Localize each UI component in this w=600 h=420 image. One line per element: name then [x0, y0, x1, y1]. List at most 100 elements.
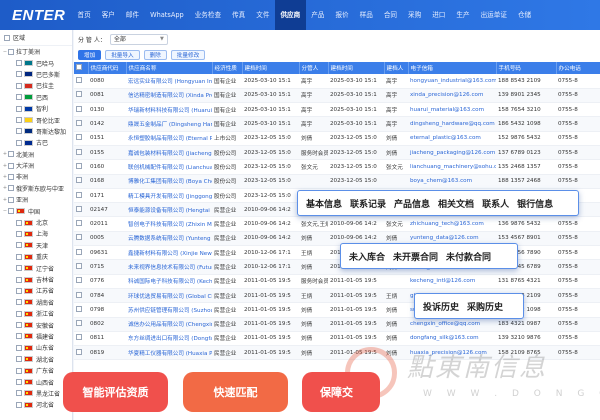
table-row[interactable]: 09631 鑫捷新材料有限公司 (Xinjie New M 民营企业 2010-12-…: [74, 245, 600, 261]
supplier-name[interactable]: 博雅化工集团有限公司 (Boya Chem: [126, 174, 212, 189]
email[interactable]: lianchuang_machinery@sohu.com: [408, 159, 496, 175]
region-checkbox[interactable]: [16, 60, 22, 67]
table-row[interactable]: 0776科诚国际电子科技有限公司 (Kechuan民营企业2011-01-05 …: [74, 274, 600, 289]
row-checkbox[interactable]: [76, 162, 82, 169]
region-checkbox[interactable]: [16, 242, 22, 249]
contract-link[interactable]: 未付款合同: [446, 250, 491, 263]
supplier-name[interactable]: 精工模具开发有限公司 (Jinggong M: [126, 188, 212, 204]
region-tree-item[interactable]: + 亚洲: [0, 194, 72, 205]
table-row[interactable]: 0151 永恒塑胶制品有限公司 (Eternal Pla 上市公司 2023-12-0…: [74, 131, 600, 146]
table-row[interactable]: 0160 联创机械配件有限公司 (Lianchuang 股份公司 2023-12-05…: [74, 159, 600, 175]
supplier-name[interactable]: 恒泰能源设备有限公司 (Hengtai Er: [126, 202, 212, 218]
region-tree-item[interactable]: 河北省: [0, 399, 72, 410]
nav-item[interactable]: 供应商: [274, 0, 306, 30]
row-checkbox[interactable]: [76, 277, 82, 284]
region-tree-item[interactable]: 浙江省: [0, 308, 72, 319]
region-checkbox[interactable]: [16, 265, 22, 272]
region-root-checkbox[interactable]: [4, 34, 10, 41]
region-tree-item[interactable]: 天津: [0, 240, 72, 251]
region-tree-item[interactable]: 巴巴多斯: [0, 69, 72, 80]
region-checkbox[interactable]: [16, 299, 22, 306]
supplier-name[interactable]: 嘉诚包装材料有限公司 (Jiacheng P: [126, 145, 212, 161]
table-row[interactable]: 0142 鼎晟五金制品厂 (Dingsheng Hardw 国有企业 2025-03-…: [74, 116, 600, 132]
region-checkbox[interactable]: [16, 128, 22, 135]
region-checkbox[interactable]: [16, 230, 22, 237]
region-tree-item[interactable]: 安徽省: [0, 319, 72, 330]
email[interactable]: huarui_material@163.com: [408, 102, 496, 118]
nav-item[interactable]: 生产: [451, 0, 475, 30]
contract-link[interactable]: 未入库合: [349, 250, 385, 263]
region-checkbox[interactable]: [16, 219, 22, 226]
row-checkbox[interactable]: [76, 320, 82, 327]
detail-tab[interactable]: 联系记录: [350, 197, 386, 210]
table-row[interactable]: 0168 博雅化工集团有限公司 (Boya Chem 股份公司 2023-12-05 …: [74, 174, 600, 189]
detail-tab[interactable]: 联系人: [482, 197, 509, 210]
region-checkbox[interactable]: [16, 356, 22, 363]
region-tree-item[interactable]: + 大洋洲: [0, 160, 72, 171]
detail-tab[interactable]: 相关文档: [438, 197, 474, 210]
region-checkbox[interactable]: [8, 173, 14, 180]
region-checkbox[interactable]: [16, 71, 22, 78]
region-checkbox[interactable]: [16, 276, 22, 283]
email[interactable]: eternal_plastic@163.com: [408, 131, 496, 146]
row-checkbox[interactable]: [76, 120, 82, 127]
region-tree-item[interactable]: 福建省: [0, 331, 72, 342]
region-tree-item[interactable]: 上海: [0, 228, 72, 239]
row-checkbox[interactable]: [76, 220, 82, 227]
region-tree-item[interactable]: 巴拉圭: [0, 80, 72, 91]
nav-item[interactable]: 业务检查: [189, 0, 226, 30]
batch-import-button[interactable]: 批量导入: [105, 50, 140, 60]
add-button[interactable]: 增加: [78, 50, 102, 60]
supplier-name[interactable]: 云腾数据系统有限公司 (Yunteng Da: [126, 231, 212, 247]
select-all-checkbox[interactable]: [76, 64, 82, 70]
region-checkbox[interactable]: [16, 105, 22, 112]
region-checkbox[interactable]: [16, 253, 22, 260]
region-checkbox[interactable]: [16, 401, 22, 408]
region-tree-item[interactable]: − 中国: [0, 205, 72, 216]
region-checkbox[interactable]: [16, 287, 22, 294]
region-checkbox[interactable]: [16, 322, 22, 329]
region-tree-item[interactable]: 巴西: [0, 92, 72, 103]
region-tree-item[interactable]: 黑龙江省: [0, 388, 72, 399]
region-checkbox[interactable]: [16, 379, 22, 386]
region-tree-item[interactable]: + 俄罗斯东欧与中亚: [0, 183, 72, 194]
history-link[interactable]: 采购历史: [467, 300, 503, 313]
delete-button[interactable]: 删除: [143, 50, 167, 60]
row-checkbox[interactable]: [76, 291, 82, 298]
region-tree-item[interactable]: 湖北省: [0, 354, 72, 365]
region-tree-item[interactable]: 北京: [0, 217, 72, 228]
table-row[interactable]: 0802 诚信办公用品有限公司 (Chengxin O 民营企业 2011-01-05…: [74, 317, 600, 332]
supplier-name[interactable]: 永恒塑胶制品有限公司 (Eternal Pla: [126, 131, 212, 146]
nav-item[interactable]: WhatsApp: [145, 0, 190, 30]
region-checkbox[interactable]: [16, 367, 22, 374]
region-tree-item[interactable]: 山东省: [0, 342, 72, 353]
region-tree-item[interactable]: 哥斯达黎加: [0, 126, 72, 137]
row-checkbox[interactable]: [76, 305, 82, 312]
row-checkbox[interactable]: [76, 348, 82, 355]
table-row[interactable]: 0080 宏远实业有限公司 (Hongyuan Indu 国有企业 2025-03-1…: [74, 74, 600, 89]
nav-item[interactable]: 合同: [378, 0, 402, 30]
nav-item[interactable]: 产品: [306, 0, 330, 30]
region-checkbox[interactable]: [16, 333, 22, 340]
table-row[interactable]: 0715 未来视界信息技术有限公司 (Future 民营企业 2010-12-06 1…: [74, 259, 600, 275]
region-tree-item[interactable]: 江苏省: [0, 285, 72, 296]
region-tree-item[interactable]: 哥伦比亚: [0, 114, 72, 125]
supplier-name[interactable]: 诚信办公用品有限公司 (Chengxin O: [126, 317, 212, 332]
detail-tab[interactable]: 产品信息: [394, 197, 430, 210]
supplier-name[interactable]: 华瑞新材料科技有限公司 (Huarui N: [126, 102, 212, 118]
region-checkbox[interactable]: [16, 390, 22, 397]
supplier-name[interactable]: 东方丝绸进出口有限公司 (Dongfang: [126, 331, 212, 347]
supplier-name[interactable]: 宏远实业有限公司 (Hongyuan Indu: [126, 74, 212, 89]
region-checkbox[interactable]: [8, 208, 14, 215]
region-tree-item[interactable]: + 北美洲: [0, 149, 72, 160]
row-checkbox[interactable]: [76, 134, 82, 141]
contract-link[interactable]: 未开票合同: [393, 250, 438, 263]
manager-filter-select[interactable]: 全部 ▼: [109, 33, 168, 45]
email[interactable]: kecheng_intl@126.com: [408, 274, 496, 289]
region-tree-item[interactable]: − 拉丁美洲: [0, 46, 72, 57]
region-tree-item[interactable]: + 非洲: [0, 171, 72, 182]
region-checkbox[interactable]: [16, 139, 22, 146]
nav-item[interactable]: 报价: [330, 0, 354, 30]
detail-tab[interactable]: 银行信息: [517, 197, 553, 210]
row-checkbox[interactable]: [76, 248, 82, 255]
